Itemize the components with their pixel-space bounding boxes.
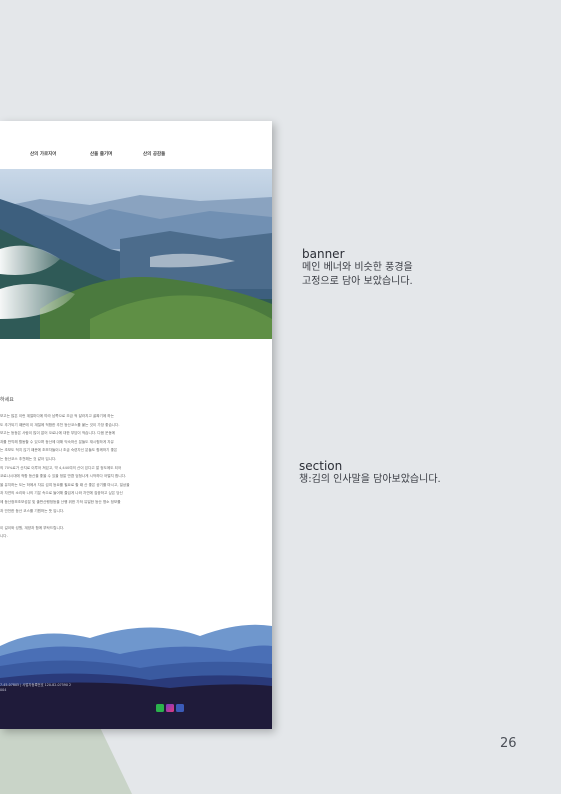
section-annotation: section 챙:김의 인사말을 담아보았습니다. xyxy=(299,459,441,487)
section-body-line: 과 안전한 등산 코스를 기원하는 뜻 입니다. xyxy=(0,508,65,513)
section-body-line: 도 추가되기 때문에 이 계절에 적합한 추천 등산코스를 붙는 것이 가장 좋… xyxy=(0,422,120,427)
section-body-line: 보고는 등등은 사람이 많이 없어 오로나에 대한 부담이 적습니다. 다음 운… xyxy=(0,431,116,436)
section-body-line: 의 70%로가 산지로 이루어 져있고, 약 4,440여의 산이 있다고 알 … xyxy=(0,465,122,470)
section-body-line: 에 등산정보초보성분 및 출판산행정등을 산행 위한 가져 유일한 등산 명소 … xyxy=(0,499,121,504)
page-number: 26 xyxy=(500,736,517,751)
nav-item-1[interactable]: 산의 가로지어 xyxy=(30,151,56,157)
section-body-text: 보고는 많은 이런 계절마다에 따라 남쪽으로 조금 씩 달라지고 골짜기에 하… xyxy=(0,412,240,541)
section-body-line: 과 자연의 소리와 나의 기분 속으로 들어해 즐겁게 나와 자연에 집중하고 … xyxy=(0,491,123,496)
section-body-line: 는 등산코스 추천해는 것 같아 입니다. xyxy=(0,456,57,461)
section-body-line: 보고는 많은 이런 계절마다에 따라 남쪽으로 조금 씩 달라지고 골짜기에 하… xyxy=(0,414,114,418)
section-body-line: 이 길이와 성원, 계양과 함께 부탁드립니다. xyxy=(0,525,65,530)
footer-line-2: 004 xyxy=(0,688,7,692)
section-body-line: 코로나시대에 적합 등산을 좋을 수 있을 정말 만큼 엄청나게 시작하다 어떨… xyxy=(0,474,127,479)
facebook-icon[interactable] xyxy=(176,704,184,712)
section-annotation-title: section xyxy=(299,459,343,473)
section-body-line: 과를 만끽해 활동할 수 있으며 등산에 대해 익숙하신 분들도 재시험하게 자… xyxy=(0,439,114,444)
banner-annotation-title: banner xyxy=(302,247,345,261)
section-heading: 하세요 xyxy=(0,397,14,403)
section-body-line: 는 초보도 적지 않기 때문에 초보자들이나 초급 숙련자신 분들도 함께하기 … xyxy=(0,448,118,453)
mockup-nav: 산의 가로지어 산을 즐기며 산의 공감들 xyxy=(0,121,272,169)
banner-annotation-desc-2: 고정으로 담아 보았습니다. xyxy=(302,276,413,287)
nav-item-2[interactable]: 산을 즐기며 xyxy=(90,151,112,157)
website-mockup: 산의 가로지어 산을 즐기며 산의 공감들 하세요 보고는 많은 이런 계절마다… xyxy=(0,121,272,729)
section-body-line: 니다. xyxy=(0,534,8,539)
mockup-footer-waves xyxy=(0,616,272,729)
banner-annotation: banner 메인 베너와 비슷한 풍경을 고정으로 담아 보았습니다. xyxy=(302,247,413,289)
nav-item-3[interactable]: 산의 공감들 xyxy=(143,151,165,157)
sns-icons xyxy=(156,704,184,712)
instagram-icon[interactable] xyxy=(166,704,174,712)
mockup-banner-landscape xyxy=(0,169,272,339)
banner-annotation-desc-1: 메인 베너와 비슷한 풍경을 xyxy=(302,262,413,273)
chat-icon[interactable] xyxy=(156,704,164,712)
section-body-line xyxy=(0,515,240,524)
section-body-line: 을 유지하는 도는 하에서 자유 섬여 등요를 필요로 할 때 산 좋은 공기를… xyxy=(0,482,130,487)
section-annotation-desc: 챙:김의 인사말을 담아보았습니다. xyxy=(299,474,441,485)
footer-line-1: 7-45-07805 | 사업자등록번호 120-82-07590 2 xyxy=(0,683,72,687)
